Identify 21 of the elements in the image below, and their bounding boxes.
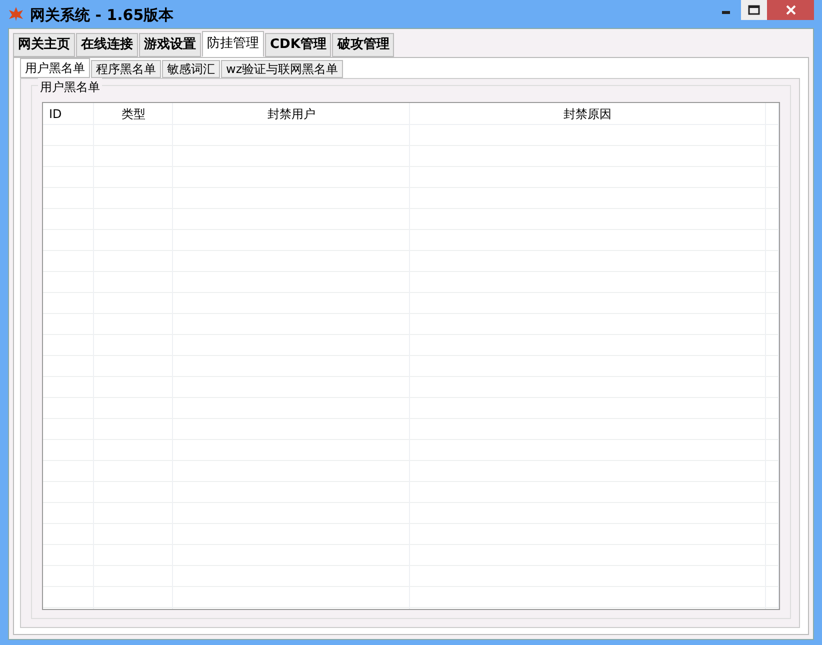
tab[interactable]: 破攻管理 <box>332 33 394 57</box>
close-button[interactable] <box>767 0 814 20</box>
close-icon <box>786 5 796 15</box>
column-header[interactable]: 封禁原因 <box>564 107 612 121</box>
tab[interactable]: 用户黑名单 <box>20 58 90 78</box>
group-title: 用户黑名单 <box>38 78 102 96</box>
tab[interactable]: wz验证与联网黑名单 <box>221 60 344 78</box>
tab[interactable]: 防挂管理 <box>202 31 264 57</box>
tab[interactable]: 网关主页 <box>13 33 75 57</box>
tab[interactable]: 在线连接 <box>76 33 138 57</box>
maximize-icon <box>748 5 760 15</box>
window-title: 网关系统 - 1.65版本 <box>30 5 174 26</box>
tab[interactable]: CDK管理 <box>265 33 332 57</box>
tab[interactable]: 程序黑名单 <box>91 60 161 78</box>
app-icon <box>8 6 24 22</box>
column-header[interactable]: 类型 <box>121 107 146 121</box>
tab[interactable]: 敏感词汇 <box>162 60 220 78</box>
tab[interactable]: 游戏设置 <box>139 33 201 57</box>
column-header[interactable]: 封禁用户 <box>267 107 316 121</box>
column-header[interactable]: ID <box>49 107 62 121</box>
maximize-button[interactable] <box>741 0 767 20</box>
